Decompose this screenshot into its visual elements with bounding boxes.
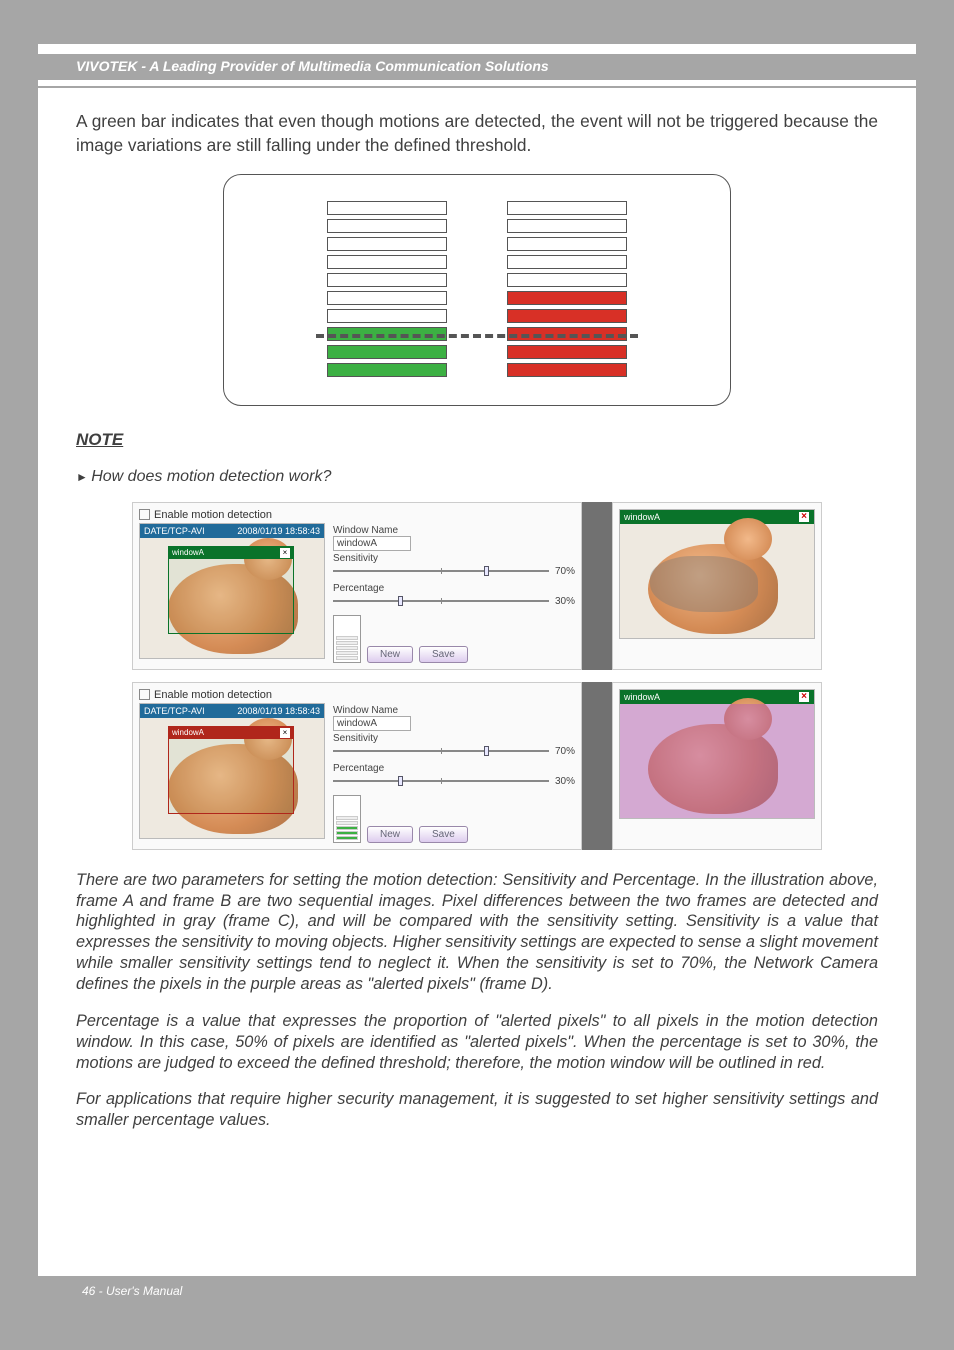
paragraph-2: Percentage is a value that expresses the… <box>76 1011 878 1074</box>
close-icon[interactable]: × <box>798 691 810 703</box>
result-window-name: windowA <box>624 512 660 522</box>
header-text: VIVOTEK - A Leading Provider of Multimed… <box>38 54 916 80</box>
green-indicator-bar <box>327 201 447 377</box>
illustration-row-1: Enable motion detection DATE/TCP-AVI 200… <box>132 502 822 670</box>
new-button[interactable]: New <box>367 646 413 663</box>
intro-paragraph: A green bar indicates that even though m… <box>76 110 878 158</box>
controls-column: Window Name windowA Sensitivity 70% Perc… <box>333 703 575 843</box>
config-panel: Enable motion detection DATE/TCP-AVI 200… <box>132 682 582 850</box>
controls-column: Window Name windowA Sensitivity 70% Perc… <box>333 523 575 663</box>
header-rule <box>38 86 916 88</box>
motion-window-name: windowA <box>172 548 204 557</box>
alerted-pixel-overlay <box>620 704 814 818</box>
save-button[interactable]: Save <box>419 826 468 843</box>
percentage-slider[interactable] <box>333 780 549 782</box>
enable-checkbox[interactable] <box>139 509 150 520</box>
window-name-label: Window Name <box>333 525 575 536</box>
preview-source: DATE/TCP-AVI <box>144 526 205 536</box>
sensitivity-slider[interactable] <box>333 750 549 752</box>
video-preview: DATE/TCP-AVI 2008/01/19 18:58:43 windowA… <box>139 703 325 839</box>
close-icon[interactable]: × <box>280 728 290 738</box>
new-button[interactable]: New <box>367 826 413 843</box>
spacer <box>582 682 612 850</box>
threshold-line <box>316 334 638 338</box>
percentage-value: 30% <box>555 776 575 787</box>
sensitivity-value: 70% <box>555 746 575 757</box>
window-name-label: Window Name <box>333 705 575 716</box>
preview-timestamp: 2008/01/19 18:58:43 <box>237 706 320 716</box>
result-window-name: windowA <box>624 692 660 702</box>
sensitivity-slider[interactable] <box>333 570 549 572</box>
enable-label: Enable motion detection <box>154 509 272 521</box>
page-header: VIVOTEK - A Leading Provider of Multimed… <box>76 44 878 88</box>
close-icon[interactable]: × <box>798 511 810 523</box>
motion-detection-illustration: Enable motion detection DATE/TCP-AVI 200… <box>132 502 822 850</box>
spacer <box>582 502 612 670</box>
paragraph-3: For applications that require higher sec… <box>76 1089 878 1131</box>
page: VIVOTEK - A Leading Provider of Multimed… <box>38 44 916 1306</box>
percentage-value: 30% <box>555 596 575 607</box>
video-preview: DATE/TCP-AVI 2008/01/19 18:58:43 windowA… <box>139 523 325 659</box>
paragraph-1: There are two parameters for setting the… <box>76 870 878 995</box>
enable-label: Enable motion detection <box>154 689 272 701</box>
page-footer: 46 - User's Manual <box>38 1276 916 1306</box>
sensitivity-label: Sensitivity <box>333 553 575 564</box>
gray-diff-overlay <box>650 556 758 612</box>
percentage-label: Percentage <box>333 763 575 774</box>
sensitivity-value: 70% <box>555 566 575 577</box>
enable-checkbox[interactable] <box>139 689 150 700</box>
indicator-mini <box>333 615 361 663</box>
close-icon[interactable]: × <box>280 548 290 558</box>
motion-window[interactable]: windowA × <box>168 546 294 634</box>
motion-window[interactable]: windowA × <box>168 726 294 814</box>
threshold-figure <box>223 174 731 406</box>
window-name-input[interactable]: windowA <box>333 536 411 551</box>
indicator-mini <box>333 795 361 843</box>
red-indicator-bar <box>507 201 627 377</box>
window-name-input[interactable]: windowA <box>333 716 411 731</box>
result-panel: windowA × <box>612 502 822 670</box>
save-button[interactable]: Save <box>419 646 468 663</box>
note-question: How does motion detection work? <box>76 468 878 486</box>
preview-timestamp: 2008/01/19 18:58:43 <box>237 526 320 536</box>
percentage-slider[interactable] <box>333 600 549 602</box>
preview-source: DATE/TCP-AVI <box>144 706 205 716</box>
illustration-row-2: Enable motion detection DATE/TCP-AVI 200… <box>132 682 822 850</box>
percentage-label: Percentage <box>333 583 575 594</box>
config-panel: Enable motion detection DATE/TCP-AVI 200… <box>132 502 582 670</box>
result-panel: windowA × <box>612 682 822 850</box>
motion-window-name: windowA <box>172 728 204 737</box>
sensitivity-label: Sensitivity <box>333 733 575 744</box>
note-heading: NOTE <box>76 430 878 450</box>
